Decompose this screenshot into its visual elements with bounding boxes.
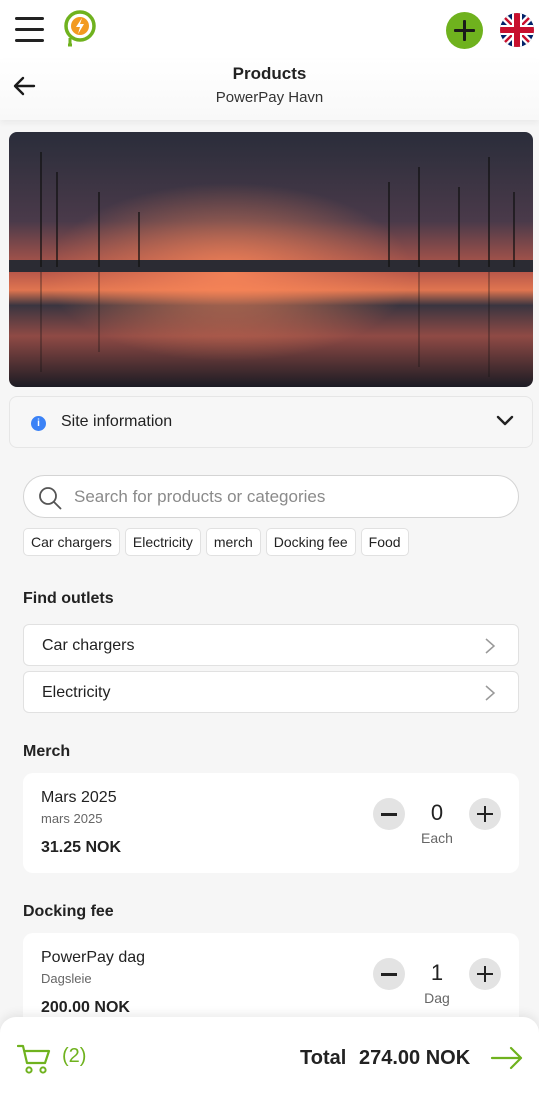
outlet-car-chargers[interactable]: Car chargers — [23, 624, 519, 666]
quantity-unit: Each — [421, 830, 453, 846]
total-label: Total — [300, 1047, 347, 1069]
product-price: 31.25 NOK — [41, 839, 122, 856]
decrease-quantity-button[interactable] — [373, 798, 405, 830]
increase-quantity-button[interactable] — [469, 958, 501, 990]
outlet-label: Electricity — [42, 684, 111, 701]
chip-car-chargers[interactable]: Car chargers — [23, 528, 120, 556]
powerpay-logo-icon[interactable] — [61, 9, 99, 49]
total-value: 274.00 NOK — [359, 1047, 471, 1069]
product-subtitle: Dagsleie — [41, 971, 92, 986]
cart-summary-bar: (2) Total 274.00 NOK — [0, 1017, 539, 1098]
product-subtitle: mars 2025 — [41, 811, 103, 826]
product-card-mars-2025: Mars 2025 mars 2025 31.25 NOK 0 Each — [23, 773, 519, 873]
page-subtitle: PowerPay Havn — [215, 89, 324, 106]
increase-quantity-button[interactable] — [469, 798, 501, 830]
arrow-right-icon[interactable] — [490, 1045, 524, 1071]
top-bar — [0, 0, 539, 60]
cart-count[interactable]: (2) — [62, 1045, 86, 1068]
chip-electricity[interactable]: Electricity — [124, 528, 201, 556]
quantity-unit: Dag — [424, 990, 450, 1006]
chevron-down-icon — [496, 415, 514, 426]
search-bar — [23, 475, 519, 518]
search-icon — [39, 487, 62, 510]
info-icon: i — [31, 416, 46, 431]
uk-flag-icon[interactable] — [500, 13, 534, 47]
category-chips: Car chargers Electricity merch Docking f… — [23, 528, 409, 556]
chip-merch[interactable]: merch — [205, 528, 261, 556]
quantity-value: 0 — [430, 800, 444, 825]
product-name: PowerPay dag — [41, 949, 146, 966]
chip-food[interactable]: Food — [360, 528, 409, 556]
find-outlets-heading: Find outlets — [23, 590, 114, 607]
hamburger-icon[interactable] — [15, 17, 45, 43]
outlet-electricity[interactable]: Electricity — [23, 671, 519, 713]
marina-sunset-photo — [9, 132, 533, 387]
search-input[interactable] — [74, 486, 504, 508]
quantity-value: 1 — [430, 960, 444, 985]
product-name: Mars 2025 — [41, 789, 117, 806]
site-information-toggle[interactable]: i Site information — [9, 396, 533, 448]
chevron-right-icon — [485, 685, 496, 701]
chip-docking-fee[interactable]: Docking fee — [265, 528, 356, 556]
page-header: Products PowerPay Havn — [0, 60, 539, 120]
merch-heading: Merch — [23, 743, 71, 760]
cart-icon[interactable] — [17, 1043, 53, 1075]
product-price: 200.00 NOK — [41, 999, 130, 1016]
chevron-right-icon — [485, 638, 496, 654]
docking-fee-heading: Docking fee — [23, 903, 114, 920]
outlet-label: Car chargers — [42, 637, 135, 654]
site-information-label: Site information — [61, 413, 173, 430]
add-button[interactable] — [446, 12, 483, 49]
decrease-quantity-button[interactable] — [373, 958, 405, 990]
page-title: Products — [232, 64, 307, 83]
